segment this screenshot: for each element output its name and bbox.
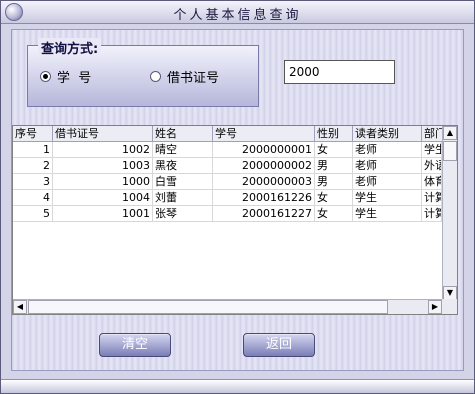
cell-department: 外语 [422,158,442,173]
column-header-student-id[interactable]: 学号 [213,126,315,141]
column-header-gender[interactable]: 性别 [315,126,353,141]
cell-index: 3 [13,174,53,189]
cell-reader-type: 学生 [353,190,422,205]
title-bar[interactable]: 个人基本信息查询 [1,1,474,24]
cell-gender: 女 [315,190,353,205]
scroll-down-icon[interactable]: ▼ [443,286,457,300]
vertical-scroll-thumb[interactable] [443,141,457,161]
radio-student-id-label: 学 号 [57,70,92,86]
cell-gender: 女 [315,142,353,157]
grid-header: 序号 借书证号 姓名 学号 性别 读者类别 部门 [13,126,442,142]
horizontal-scroll-thumb[interactable] [28,300,388,314]
cell-student-id: 2000000003 [213,174,315,189]
radio-student-id[interactable]: 学 号 [40,68,92,86]
table-row[interactable]: 2 1003 黑夜 2000000002 男 老师 外语 [13,158,442,174]
cell-student-id: 2000161226 [213,190,315,205]
cell-department: 体育 [422,174,442,189]
radio-checked-icon[interactable] [40,70,51,82]
results-grid[interactable]: 序号 借书证号 姓名 学号 性别 读者类别 部门 1 1002 晴空 20000… [12,125,458,315]
cell-card-no: 1003 [53,158,153,173]
table-row[interactable]: 1 1002 晴空 2000000001 女 老师 学生 [13,142,442,158]
query-method-legend: 查询方式: [38,38,102,57]
cell-reader-type: 老师 [353,158,422,173]
cell-name: 黑夜 [153,158,213,173]
column-header-index[interactable]: 序号 [13,126,53,141]
cell-student-id: 2000000001 [213,142,315,157]
column-header-reader-type[interactable]: 读者类别 [353,126,422,141]
scrollbar-corner [442,299,457,314]
column-header-name[interactable]: 姓名 [153,126,213,141]
radio-library-card[interactable]: 借书证号 [150,68,220,86]
scroll-up-icon[interactable]: ▲ [443,126,457,140]
cell-card-no: 1004 [53,190,153,205]
cell-reader-type: 老师 [353,174,422,189]
query-window: 个人基本信息查询 查询方式: 学 号 借书证号 序号 借书证号 姓名 学号 性别… [0,0,475,394]
cell-index: 5 [13,206,53,221]
back-button[interactable]: 返回 [243,333,315,357]
column-header-card-no[interactable]: 借书证号 [53,126,153,141]
cell-name: 张琴 [153,206,213,221]
radio-library-card-label: 借书证号 [167,70,220,86]
query-method-group: 查询方式: 学 号 借书证号 [27,38,259,107]
cell-gender: 女 [315,206,353,221]
cell-card-no: 1000 [53,174,153,189]
vertical-scrollbar[interactable]: ▲ ▼ [442,126,457,300]
cell-department: 计算 [422,190,442,205]
scroll-left-icon[interactable]: ◀ [13,300,27,314]
cell-gender: 男 [315,174,353,189]
cell-department: 计算 [422,206,442,221]
cell-department: 学生 [422,142,442,157]
cell-student-id: 2000161227 [213,206,315,221]
query-input[interactable] [284,60,395,84]
cell-name: 晴空 [153,142,213,157]
radio-unchecked-icon[interactable] [150,70,161,82]
cell-index: 4 [13,190,53,205]
window-bottom-bar [1,379,474,393]
cell-name: 白雪 [153,174,213,189]
cell-card-no: 1001 [53,206,153,221]
horizontal-scrollbar[interactable]: ◀ ▶ [13,299,442,314]
scroll-right-icon[interactable]: ▶ [428,300,442,314]
column-header-department[interactable]: 部门 [422,126,442,141]
cell-reader-type: 学生 [353,206,422,221]
cell-index: 1 [13,142,53,157]
cell-index: 2 [13,158,53,173]
cell-gender: 男 [315,158,353,173]
window-title: 个人基本信息查询 [173,8,302,23]
cell-card-no: 1002 [53,142,153,157]
grid-rows: 1 1002 晴空 2000000001 女 老师 学生 2 1003 黑夜 2… [13,142,442,222]
table-row[interactable]: 5 1001 张琴 2000161227 女 学生 计算 [13,206,442,222]
cell-name: 刘蕾 [153,190,213,205]
cell-reader-type: 老师 [353,142,422,157]
table-row[interactable]: 4 1004 刘蕾 2000161226 女 学生 计算 [13,190,442,206]
table-row[interactable]: 3 1000 白雪 2000000003 男 老师 体育 [13,174,442,190]
clear-button[interactable]: 清空 [99,333,171,357]
cell-student-id: 2000000002 [213,158,315,173]
client-area: 查询方式: 学 号 借书证号 序号 借书证号 姓名 学号 性别 读者类别 部门 [11,29,464,371]
